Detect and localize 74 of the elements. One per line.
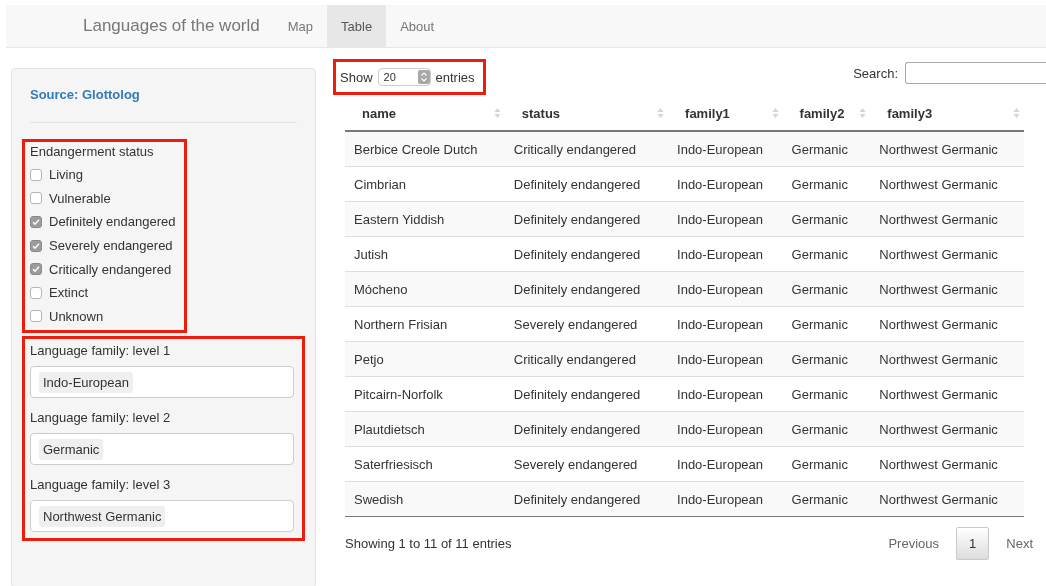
stepper-icon bbox=[417, 70, 430, 84]
table-cell: Northwest Germanic bbox=[870, 271, 1024, 307]
table-cell: Northwest Germanic bbox=[870, 131, 1024, 167]
checkbox[interactable] bbox=[30, 286, 42, 299]
table-cell: Berbice Creole Dutch bbox=[345, 131, 505, 167]
filter-label: Language family: level 1 bbox=[30, 343, 171, 359]
sort-icon bbox=[493, 107, 501, 119]
table-cell: Northwest Germanic bbox=[870, 341, 1024, 377]
selected-tag[interactable]: Northwest Germanic bbox=[39, 505, 166, 527]
selected-tag[interactable]: Germanic bbox=[39, 438, 104, 460]
filter-label: Language family: level 3 bbox=[30, 477, 171, 493]
show-label: Show bbox=[340, 69, 373, 85]
entries-label: entries bbox=[435, 69, 475, 85]
sort-icon bbox=[1013, 107, 1020, 119]
source-link[interactable]: Source: Glottolog bbox=[30, 87, 140, 102]
search-label: Search: bbox=[853, 65, 898, 81]
table-cell: Critically endangered bbox=[504, 341, 669, 377]
filter-label: Language family: level 2 bbox=[30, 410, 171, 426]
table-cell: Germanic bbox=[782, 411, 871, 447]
table-cell: Germanic bbox=[782, 131, 871, 167]
checkbox[interactable] bbox=[30, 310, 42, 323]
table-cell: Definitely endangered bbox=[504, 271, 669, 307]
checkbox[interactable] bbox=[30, 168, 42, 181]
pagination-button[interactable]: Previous bbox=[875, 527, 953, 560]
select-field[interactable]: Northwest Germanic bbox=[30, 500, 294, 533]
table-cell: Definitely endangered bbox=[504, 481, 669, 517]
nav-tab[interactable]: About bbox=[386, 5, 449, 47]
table-cell: Indo-European bbox=[668, 131, 783, 167]
table-cell: Germanic bbox=[782, 201, 871, 237]
select-field[interactable]: Germanic bbox=[30, 433, 294, 466]
selected-tag[interactable]: Indo-European bbox=[39, 371, 133, 393]
table-cell: Northwest Germanic bbox=[870, 481, 1024, 517]
checkbox-label: Severely endangered bbox=[49, 238, 173, 254]
checkbox-label: Definitely endangered bbox=[49, 214, 176, 230]
select-field[interactable]: Indo-European bbox=[30, 366, 294, 399]
pagination-button[interactable]: Next bbox=[993, 527, 1046, 560]
checkbox-label: Extinct bbox=[49, 285, 88, 301]
pagination-button[interactable]: 1 bbox=[956, 527, 990, 560]
checkbox-label: Vulnerable bbox=[49, 190, 111, 206]
table-cell: Petjo bbox=[345, 341, 505, 377]
sort-icon bbox=[657, 107, 665, 119]
table-cell: Indo-European bbox=[668, 481, 783, 517]
table-cell: Indo-European bbox=[668, 341, 783, 377]
table-cell: Plautdietsch bbox=[345, 411, 505, 447]
checkbox[interactable] bbox=[30, 192, 42, 205]
nav-tab[interactable]: Table bbox=[327, 5, 387, 47]
table-cell: Northwest Germanic bbox=[870, 201, 1024, 237]
sort-icon bbox=[859, 107, 867, 119]
checkbox-label: Unknown bbox=[49, 308, 104, 324]
table-cell: Indo-European bbox=[668, 411, 783, 447]
checkbox[interactable] bbox=[30, 263, 42, 276]
checkbox[interactable] bbox=[30, 216, 42, 228]
app-title[interactable]: Languages of the world bbox=[83, 5, 260, 47]
nav-tab[interactable]: Map bbox=[273, 5, 328, 47]
table-cell: Indo-European bbox=[668, 201, 783, 237]
table-cell: Germanic bbox=[782, 341, 871, 377]
page-size-select[interactable]: 20 bbox=[377, 68, 431, 86]
table-cell: Germanic bbox=[782, 481, 871, 517]
checkbox-label: Critically endangered bbox=[49, 261, 172, 277]
table-cell: Swedish bbox=[345, 481, 505, 517]
table-cell: Definitely endangered bbox=[504, 411, 669, 447]
table-cell: Indo-European bbox=[668, 271, 783, 307]
table-cell: Mócheno bbox=[345, 271, 505, 307]
table-cell: Eastern Yiddish bbox=[345, 201, 505, 237]
checkbox-label: Living bbox=[49, 167, 83, 183]
search-field[interactable] bbox=[905, 62, 1046, 84]
table-info: Showing 1 to 11 of 11 entries bbox=[345, 536, 512, 551]
checkbox[interactable] bbox=[30, 239, 42, 252]
table-cell: Germanic bbox=[782, 271, 871, 307]
table-cell: Critically endangered bbox=[504, 131, 669, 167]
table-cell: Northwest Germanic bbox=[870, 411, 1024, 447]
filter-label: Endangerment status bbox=[30, 144, 154, 159]
sort-icon bbox=[771, 107, 779, 119]
table-cell: Definitely endangered bbox=[504, 201, 669, 237]
